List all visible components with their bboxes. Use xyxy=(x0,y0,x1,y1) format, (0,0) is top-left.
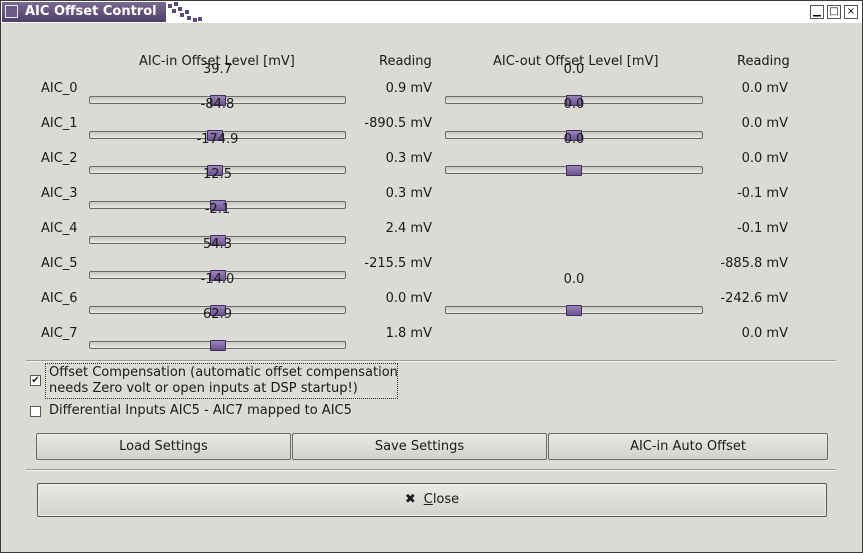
aic-in-reading: 0.3 mV xyxy=(385,186,432,201)
save-settings-button[interactable]: Save Settings xyxy=(292,433,547,460)
aic-out-reading: 0.0 mV xyxy=(741,151,788,166)
load-settings-button[interactable]: Load Settings xyxy=(36,433,291,460)
aic-out-slider-thumb[interactable] xyxy=(566,165,582,176)
auto-offset-button[interactable]: AIC-in Auto Offset xyxy=(548,433,828,460)
close-button[interactable]: ✖ Close xyxy=(37,483,827,517)
save-settings-label: Save Settings xyxy=(374,439,465,454)
aic-in-reading: 0.0 mV xyxy=(385,291,432,306)
aic-out-slider-thumb[interactable] xyxy=(566,305,582,316)
differential-inputs-label[interactable]: Differential Inputs AIC5 - AIC7 mapped t… xyxy=(49,403,352,419)
aic-in-reading: 0.3 mV xyxy=(385,151,432,166)
window-menu-icon[interactable] xyxy=(5,5,18,18)
title-bar-pixel-decoration xyxy=(166,2,206,22)
aic-in-value: -84.8 xyxy=(200,97,235,112)
aic-out-value: 0.0 xyxy=(563,272,585,287)
row-label: AIC_6 xyxy=(41,291,78,306)
row-label: AIC_2 xyxy=(41,151,78,166)
reading-out-header: Reading xyxy=(737,54,790,69)
offset-compensation-checkbox[interactable]: ✔ xyxy=(30,375,41,386)
aic-out-slider[interactable] xyxy=(445,165,703,176)
row-label: AIC_1 xyxy=(41,116,78,131)
aic-in-value: -2.1 xyxy=(204,202,231,217)
aic-in-reading: 1.8 mV xyxy=(385,326,432,341)
aic-out-reading: -0.1 mV xyxy=(736,186,788,201)
aic-out-reading: 0.0 mV xyxy=(741,116,788,131)
aic-in-value: 12.5 xyxy=(203,167,232,182)
aic-out-value: 0.0 xyxy=(563,62,585,77)
row-label: AIC_0 xyxy=(41,81,78,96)
check-icon: ✔ xyxy=(31,375,40,386)
aic-in-value: 62.9 xyxy=(203,307,232,322)
reading-in-header: Reading xyxy=(379,54,432,69)
aic-in-value: -174.9 xyxy=(196,132,239,147)
aic-out-reading: 0.0 mV xyxy=(741,326,788,341)
row-label: AIC_3 xyxy=(41,186,78,201)
differential-inputs-checkbox[interactable] xyxy=(30,406,41,417)
window-close-button[interactable]: × xyxy=(844,5,858,19)
close-label: lose xyxy=(432,492,460,507)
app-window: AIC Offset Control ▁ □ × AIC-in Offset L… xyxy=(0,0,863,553)
title-bar[interactable]: AIC Offset Control ▁ □ × xyxy=(1,1,862,23)
aic-out-value: 0.0 xyxy=(563,132,585,147)
aic-in-slider-thumb[interactable] xyxy=(209,340,226,351)
aic-in-reading: -890.5 mV xyxy=(364,116,432,131)
minimize-button[interactable]: ▁ xyxy=(810,5,824,19)
row-label: AIC_4 xyxy=(41,221,78,236)
aic-out-reading: 0.0 mV xyxy=(741,81,788,96)
x-icon: ✖ xyxy=(404,492,416,507)
aic-out-value: 0.0 xyxy=(563,97,585,112)
dialog-content: AIC-in Offset Level [mV] Reading AIC-out… xyxy=(5,23,858,550)
aic-out-reading: -885.8 mV xyxy=(720,256,788,271)
aic-out-reading: -0.1 mV xyxy=(736,221,788,236)
offset-compensation-text-line2: needs Zero volt or open inputs at DSP st… xyxy=(49,381,358,396)
row-label: AIC_5 xyxy=(41,256,78,271)
aic-in-reading: -215.5 mV xyxy=(364,256,432,271)
close-mnemonic: C xyxy=(423,492,433,507)
aic-in-value: -14.0 xyxy=(200,272,235,287)
offset-compensation-text-line1: Offset Compensation (automatic offset co… xyxy=(49,365,398,380)
aic-in-reading: 2.4 mV xyxy=(385,221,432,236)
aic-in-value: 54.3 xyxy=(203,237,232,252)
maximize-button[interactable]: □ xyxy=(827,5,841,19)
window-title: AIC Offset Control xyxy=(25,4,157,19)
aic-out-slider[interactable] xyxy=(445,305,703,316)
offset-compensation-label[interactable]: Offset Compensation (automatic offset co… xyxy=(45,363,398,399)
separator-top xyxy=(26,360,836,362)
load-settings-label: Load Settings xyxy=(119,439,208,454)
aic-out-reading: -242.6 mV xyxy=(720,291,788,306)
auto-offset-label: AIC-in Auto Offset xyxy=(630,439,746,454)
aic-in-reading: 0.9 mV xyxy=(385,81,432,96)
separator-bottom xyxy=(26,469,836,471)
aic-in-slider[interactable] xyxy=(89,340,346,351)
aic-in-value: 39.7 xyxy=(203,62,232,77)
row-label: AIC_7 xyxy=(41,326,78,341)
